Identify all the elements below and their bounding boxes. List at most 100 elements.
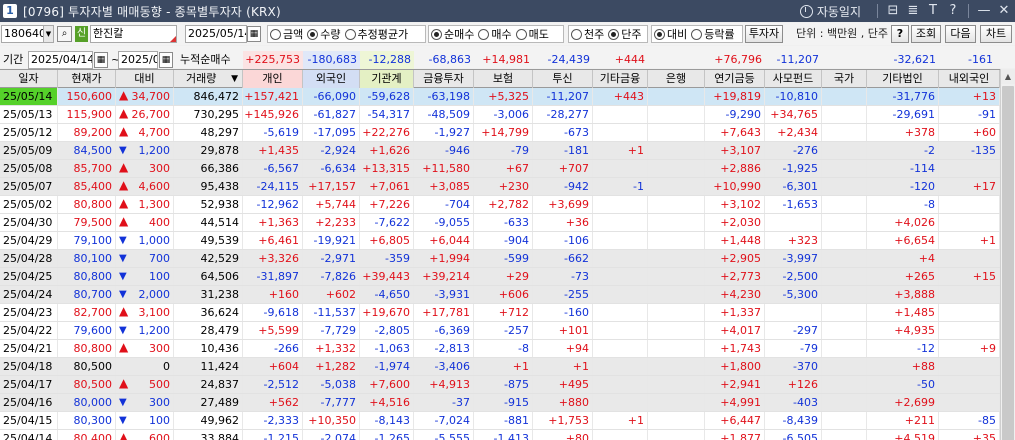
sort-down-icon[interactable]: ▼ <box>231 70 238 88</box>
cell-trust: -181 <box>533 142 593 159</box>
cell-date: 25/04/22 <box>0 322 58 339</box>
col-trust[interactable]: 투신 <box>533 70 593 88</box>
col-pension[interactable]: 연기금등 <box>705 70 765 88</box>
col-nation[interactable]: 국가 <box>822 70 867 88</box>
calendar-from-icon[interactable]: ▦ <box>94 52 108 68</box>
radio-net-buy[interactable]: 순매수 <box>431 26 474 42</box>
col-private-fund[interactable]: 사모펀드 <box>765 70 822 88</box>
cell-private-fund: -10,810 <box>765 88 822 105</box>
investor-button[interactable]: 투자자 <box>745 25 783 43</box>
sum-pension: +76,796 <box>714 53 762 66</box>
table-row[interactable]: 25/04/17 80,500 500 ▲ 24,837 -2,512 -5,038 +7,6… <box>0 376 1000 394</box>
close-icon[interactable]: ✕ <box>995 2 1013 20</box>
cell-trust: -673 <box>533 124 593 141</box>
cell-volume: 28,479 <box>174 322 243 339</box>
table-row[interactable]: 25/05/02 80,800 1,300 ▲ 52,938 -12,962 +5,744 +… <box>0 196 1000 214</box>
table-row[interactable]: 25/05/12 89,200 4,700 ▲ 48,297 -5,619 -17,095 +… <box>0 124 1000 142</box>
scroll-thumb[interactable] <box>1002 86 1014 440</box>
cell-pension: +7,643 <box>705 124 765 141</box>
link-window-icon[interactable]: ⊟ <box>884 2 902 20</box>
cell-individual: +145,926 <box>243 106 303 123</box>
cell-insurance: +5,325 <box>474 88 533 105</box>
cell-date: 25/04/15 <box>0 412 58 429</box>
radio-thousand-shares[interactable]: 천주 <box>571 26 604 42</box>
cell-other-corp: +88 <box>867 358 939 375</box>
table-row[interactable]: 25/04/15 80,300 100 ▼ 49,962 -2,333 +10,350 -8,… <box>0 412 1000 430</box>
help-icon[interactable]: ? <box>944 2 962 20</box>
cell-date: 25/05/08 <box>0 160 58 177</box>
cell-nation <box>822 286 867 303</box>
calendar-icon[interactable]: ▦ <box>247 26 261 42</box>
col-insurance[interactable]: 보험 <box>474 70 533 88</box>
query-date-input[interactable]: 2025/05/14 <box>185 25 247 43</box>
table-row[interactable]: 25/04/25 80,800 100 ▼ 64,506 -31,897 -7,826 +39… <box>0 268 1000 286</box>
col-financial-invest[interactable]: 금융투자 <box>414 70 474 88</box>
table-row[interactable]: 25/04/14 80,400 600 ▲ 33,884 -1,215 -2,074 -1,2… <box>0 430 1000 440</box>
col-domestic-foreign[interactable]: 내외국인 <box>939 70 1000 88</box>
table-row[interactable]: 25/04/16 80,000 300 ▼ 27,489 +562 -7,777 +4,516… <box>0 394 1000 412</box>
col-other-finance[interactable]: 기타금융 <box>593 70 648 88</box>
arrow-down-icon: ▼ <box>119 145 127 156</box>
radio-sell[interactable]: 매도 <box>515 26 549 42</box>
font-size-icon[interactable]: T <box>924 2 942 20</box>
help-button[interactable]: ? <box>891 25 909 43</box>
auto-journal-button[interactable]: 자동일지 <box>799 3 861 20</box>
cell-volume: 52,938 <box>174 196 243 213</box>
cell-pension: +2,773 <box>705 268 765 285</box>
period-from-input[interactable]: 2025/04/14 <box>28 51 93 69</box>
cell-domestic-foreign <box>939 286 1000 303</box>
col-bank[interactable]: 은행 <box>648 70 705 88</box>
search-icon[interactable]: ⌕ <box>57 26 72 42</box>
col-price[interactable]: 현재가 <box>58 70 116 88</box>
radio-est-avg[interactable]: 추정평균가 <box>344 26 408 42</box>
col-foreign[interactable]: 외국인 <box>303 70 360 88</box>
col-volume[interactable]: 거래량 ▼ <box>174 70 243 88</box>
menu-list-icon[interactable]: ≣ <box>904 2 922 20</box>
radio-amount[interactable]: 금액 <box>270 26 303 42</box>
minimize-icon[interactable]: — <box>975 2 993 20</box>
cell-institution: -4,650 <box>360 286 414 303</box>
vertical-scrollbar[interactable]: ▲ <box>1000 69 1015 440</box>
calendar-to-icon[interactable]: ▦ <box>159 52 173 68</box>
radio-diff[interactable]: 대비 <box>654 26 687 42</box>
table-row[interactable]: 25/05/09 84,500 1,200 ▼ 29,878 +1,435 -2,924 +1… <box>0 142 1000 160</box>
table-row[interactable]: 25/04/21 80,800 300 ▲ 10,436 -266 +1,332 -1,063… <box>0 340 1000 358</box>
table-row[interactable]: 25/04/29 79,100 1,000 ▼ 49,539 +6,461 -19,921 +… <box>0 232 1000 250</box>
arrow-up-icon: ▲ <box>119 88 129 102</box>
radio-rate[interactable]: 등락률 <box>691 26 735 42</box>
next-button[interactable]: 다음 <box>945 25 976 43</box>
table-row[interactable]: 25/04/18 80,500 0 11,424 +604 +1,282 -1,974 -3,… <box>0 358 1000 376</box>
table-row[interactable]: 25/05/08 85,700 300 ▲ 66,386 -6,567 -6,634 +13,… <box>0 160 1000 178</box>
cell-domestic-foreign <box>939 196 1000 213</box>
table-row[interactable]: 25/04/23 82,700 3,100 ▲ 36,624 -9,618 -11,537 +… <box>0 304 1000 322</box>
col-individual[interactable]: 개인 <box>243 70 303 88</box>
scroll-up-icon[interactable]: ▲ <box>1001 69 1015 84</box>
cell-other-finance: -1 <box>593 178 648 195</box>
table-row[interactable]: 25/04/28 80,100 700 ▼ 42,529 +3,326 -2,971 -359… <box>0 250 1000 268</box>
col-other-corp[interactable]: 기타법인 <box>867 70 939 88</box>
code-dropdown-icon[interactable]: ▼ <box>44 25 54 43</box>
radio-dot <box>608 28 620 40</box>
table-row[interactable]: 25/05/13 115,900 26,700 ▲ 730,295 +145,926 -61… <box>0 106 1000 124</box>
stock-code-input[interactable]: 180640 <box>1 25 44 43</box>
col-institution[interactable]: 기관계 <box>360 70 414 88</box>
table-row[interactable]: 25/04/30 79,500 400 ▲ 44,514 +1,363 +2,233 -7,6… <box>0 214 1000 232</box>
sum-other-finance: +444 <box>614 53 645 66</box>
chart-button[interactable]: 차트 <box>980 25 1012 43</box>
period-to-input[interactable]: 2025/05/14 <box>118 51 158 69</box>
cell-private-fund: -276 <box>765 142 822 159</box>
radio-single-shares[interactable]: 단주 <box>608 26 642 42</box>
cell-other-finance <box>593 268 648 285</box>
table-row[interactable]: 25/05/07 85,400 4,600 ▲ 95,438 -24,115 +17,157… <box>0 178 1000 196</box>
radio-buy[interactable]: 매수 <box>478 26 512 42</box>
table-row[interactable]: 25/05/14 150,600 34,700 ▲ 846,472 +157,421 -66… <box>0 88 1000 106</box>
table-row[interactable]: 25/04/22 79,600 1,200 ▼ 28,479 +5,599 -7,729 -2… <box>0 322 1000 340</box>
cell-bank <box>648 232 705 249</box>
query-button[interactable]: 조회 <box>911 25 941 43</box>
stock-name-field[interactable]: 한진칼 <box>90 25 177 43</box>
radio-quantity[interactable]: 수량 <box>307 26 341 42</box>
col-change[interactable]: 대비 <box>116 70 174 88</box>
col-date[interactable]: 일자 <box>0 70 58 88</box>
credit-badge: 신 <box>75 26 88 42</box>
table-row[interactable]: 25/04/24 80,700 2,000 ▼ 31,238 +160 +602 -4,650… <box>0 286 1000 304</box>
